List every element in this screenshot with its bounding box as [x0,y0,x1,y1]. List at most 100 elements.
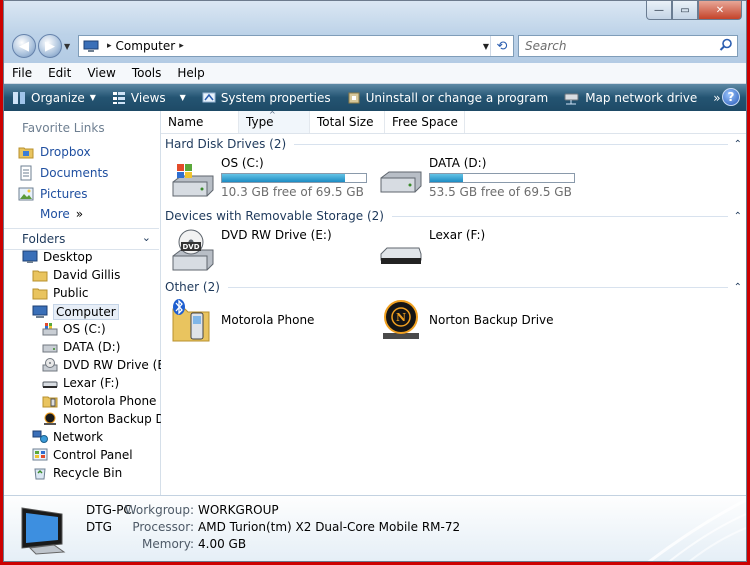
pictures-icon [18,187,34,201]
drive-dvd-e[interactable]: DVD DVD RW Drive (E:) [171,228,332,272]
tree-item-label: OS (C:) [63,322,106,336]
tree-item-label: Lexar (F:) [63,376,120,390]
dvd-badge: DVD [182,243,199,251]
breadcrumb-separator-icon: ▸ [107,41,112,51]
device-name: Motorola Phone [221,313,315,327]
close-button[interactable]: ✕ [698,1,742,20]
tree-item-os-c[interactable]: OS (C:) [42,322,106,336]
more-chevron-icon: » [75,207,84,221]
address-bar[interactable]: ▸ Computer ▸ ▼ ⟲ [78,35,514,57]
organize-label: Organize [31,90,85,105]
favorite-link-documents[interactable]: Documents [18,165,108,181]
tree-item-label: Desktop [43,250,93,264]
column-total-size-label: Total Size [317,115,374,129]
organize-button[interactable]: Organize ▼ [4,91,104,105]
tree-item-david-gillis[interactable]: David Gillis [32,268,120,282]
tree-item-computer[interactable]: Computer [32,304,119,320]
computer-icon [32,305,48,318]
column-free-space[interactable]: Free Space [385,111,465,133]
tree-item-dvd-e[interactable]: DVD RW Drive (E:) [42,358,174,372]
search-input[interactable]: Search [518,35,738,57]
group-hard-disk-drives[interactable]: Hard Disk Drives (2) ⌃ [165,136,742,152]
menu-bar: File Edit View Tools Help [4,63,746,84]
map-network-drive-button[interactable]: Map network drive [556,91,705,105]
group-other[interactable]: Other (2) ⌃ [165,279,742,295]
breadcrumb-computer[interactable]: Computer [116,39,176,53]
removable-drive-icon [380,247,422,264]
tree-item-label: DATA (D:) [63,340,121,354]
hard-drive-icon [380,171,422,193]
favorite-link-label: Pictures [40,187,88,201]
device-norton-backup-drive[interactable]: N Norton Backup Drive [379,299,554,343]
menu-tools[interactable]: Tools [124,66,170,80]
maximize-button[interactable]: ▭ [672,1,698,20]
help-icon[interactable]: ? [722,88,740,106]
favorite-link-dropbox[interactable]: Dropbox [18,144,91,160]
tree-item-norton-backup[interactable]: Norton Backup Driv [42,412,180,426]
favorite-links-heading: Favorite Links [22,121,105,135]
drive-usage-bar [221,173,367,183]
uninstall-program-label: Uninstall or change a program [365,90,549,105]
uninstall-icon [348,92,360,103]
windows-drive-icon [42,323,58,336]
tree-item-label: David Gillis [53,268,121,282]
tree-item-label: Control Panel [53,448,133,462]
chevron-down-icon[interactable]: ⌄ [124,231,151,244]
tree-item-recycle-bin[interactable]: Recycle Bin [32,466,122,480]
views-button[interactable]: Views ▼ [104,91,194,105]
drive-lexar-f[interactable]: Lexar (F:) [379,228,485,272]
favorite-links-more[interactable]: More » [40,207,83,221]
dvd-drive-icon: DVD [172,229,214,271]
search-icon[interactable] [719,38,733,52]
system-properties-button[interactable]: System properties [194,91,339,105]
recent-pages-dropdown[interactable]: ▼ [64,42,74,51]
column-total-size[interactable]: Total Size [310,111,385,133]
title-bar: — ▭ ✕ ◀ ▶ ▼ ▸ Computer ▸ ▼ ⟲ Search [4,1,746,63]
address-dropdown-icon[interactable]: ▼ [483,42,489,51]
uninstall-program-button[interactable]: Uninstall or change a program [339,91,557,105]
column-name[interactable]: Name [161,111,239,133]
collapse-icon[interactable]: ⌃ [734,139,742,150]
back-button[interactable]: ◀ [12,34,36,58]
sort-ascending-icon: ^ [269,110,276,119]
explorer-window: — ▭ ✕ ◀ ▶ ▼ ▸ Computer ▸ ▼ ⟲ Search File… [3,0,747,562]
group-removable-storage[interactable]: Devices with Removable Storage (2) ⌃ [165,208,742,224]
folders-heading: Folders [22,232,66,246]
forward-button[interactable]: ▶ [38,34,62,58]
group-title: Other (2) [165,280,220,294]
breadcrumb-chevron-icon[interactable]: ▸ [179,41,184,51]
tree-item-public[interactable]: Public [32,286,89,300]
column-type[interactable]: ^ Type [239,110,310,133]
tree-item-control-panel[interactable]: Control Panel [32,448,133,462]
tree-item-label: Motorola Phone [63,394,157,408]
command-bar: Organize ▼ Views ▼ System properties Unins… [4,84,746,111]
menu-view[interactable]: View [79,66,123,80]
minimize-button[interactable]: — [646,1,672,20]
tree-item-label: DVD RW Drive (E:) [63,358,174,372]
drive-os-c[interactable]: OS (C:) 10.3 GB free of 69.5 GB [171,156,367,200]
drive-free-space: 10.3 GB free of 69.5 GB [221,185,364,199]
tree-item-data-d[interactable]: DATA (D:) [42,340,120,354]
menu-edit[interactable]: Edit [40,66,79,80]
memory-value: 4.00 GB [198,537,247,551]
drive-data-d[interactable]: DATA (D:) 53.5 GB free of 69.5 GB [379,156,575,200]
menu-file[interactable]: File [4,66,40,80]
tree-item-motorola-phone[interactable]: Motorola Phone [42,394,156,408]
collapse-icon[interactable]: ⌃ [734,282,742,293]
control-panel-icon [32,448,48,461]
desktop-icon [22,250,38,263]
favorite-link-label: Documents [40,166,109,180]
tree-item-desktop[interactable]: Desktop [22,250,93,264]
favorite-link-pictures[interactable]: Pictures [18,186,88,202]
collapse-icon[interactable]: ⌃ [734,211,742,222]
device-motorola-phone[interactable]: Motorola Phone [171,299,314,343]
menu-help[interactable]: Help [169,66,212,80]
drive-usage-fill [430,174,464,182]
folders-header[interactable]: Folders ⌄ [4,228,159,250]
decorative-swoosh-icon [647,498,746,561]
refresh-button[interactable]: ⟲ [490,36,513,56]
processor-value: AMD Turion(tm) X2 Dual-Core Mobile RM-72 [198,520,461,534]
tree-item-network[interactable]: Network [32,430,103,444]
network-drive-icon [564,93,579,104]
tree-item-lexar-f[interactable]: Lexar (F:) [42,376,119,390]
